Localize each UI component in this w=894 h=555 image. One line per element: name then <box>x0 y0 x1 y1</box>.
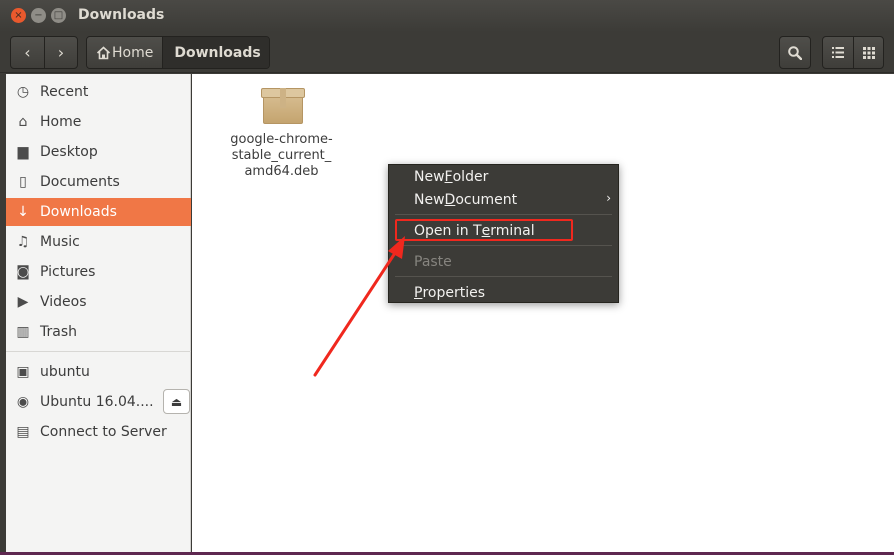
annotation-arrow <box>313 236 405 377</box>
file-manager-window: × − □ Downloads ‹ › Home Downloads ◷ Rec… <box>0 0 894 555</box>
